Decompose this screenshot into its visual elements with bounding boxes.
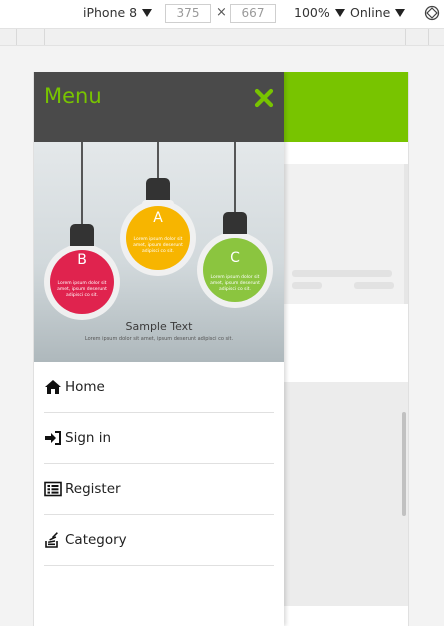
bulb-letter-b: B xyxy=(77,252,87,268)
chevron-down-icon xyxy=(142,8,153,17)
close-icon[interactable] xyxy=(254,88,274,108)
sample-caption: Lorem ipsum dolor sit amet, ipsum deseru… xyxy=(85,336,234,342)
menu-item-sign-in[interactable]: Sign in xyxy=(44,413,274,464)
drawer-header: Menu xyxy=(34,72,284,142)
media-query-ruler xyxy=(0,28,444,46)
rotate-icon[interactable] xyxy=(424,5,440,21)
chevron-down-icon xyxy=(334,8,345,17)
menu-item-category[interactable]: Category xyxy=(44,515,274,566)
menu-item-label: Register xyxy=(65,481,121,497)
register-icon xyxy=(44,481,62,497)
svg-text:amet, ipsum deserunt: amet, ipsum deserunt xyxy=(57,286,107,292)
width-input[interactable]: 375 xyxy=(165,4,211,23)
chevron-down-icon xyxy=(395,8,406,17)
height-input[interactable]: 667 xyxy=(230,4,276,23)
lightbulbs-illustration: B Lorem ipsum dolor sit amet, ipsum dese… xyxy=(44,142,273,342)
drawer-menu: Home Sign in Register Category xyxy=(34,362,284,566)
times-sign: × xyxy=(216,5,227,20)
svg-text:amet, ipsum deserunt: amet, ipsum deserunt xyxy=(133,242,183,248)
scrollbar[interactable] xyxy=(402,412,406,516)
svg-text:Lorem ipsum dolor sit: Lorem ipsum dolor sit xyxy=(211,274,260,280)
menu-item-register[interactable]: Register xyxy=(44,464,274,515)
bulb-letter-a: A xyxy=(153,210,163,226)
bulb-a: A Lorem ipsum dolor sit amet, ipsum dese… xyxy=(120,178,196,276)
menu-item-label: Sign in xyxy=(65,430,112,446)
device-select[interactable]: iPhone 8 xyxy=(83,5,153,20)
svg-text:Lorem ipsum dolor sit: Lorem ipsum dolor sit xyxy=(134,236,183,242)
devtools-toolbar: iPhone 8 375 × 667 100% Online xyxy=(0,0,444,28)
zoom-label: 100% xyxy=(294,5,330,20)
category-icon xyxy=(45,532,58,548)
sample-text: Sample Text xyxy=(126,320,194,333)
menu-item-label: Home xyxy=(65,379,105,395)
page-card xyxy=(284,164,408,304)
page-card xyxy=(404,164,408,304)
bulb-c: C Lorem ipsum dolor sit amet, ipsum dese… xyxy=(197,212,273,308)
svg-text:adipisci co sit.: adipisci co sit. xyxy=(142,248,174,254)
svg-text:adipisci co sit.: adipisci co sit. xyxy=(219,286,251,292)
page-section xyxy=(284,382,408,606)
menu-item-label: Category xyxy=(65,532,127,548)
svg-text:amet, ipsum deserunt: amet, ipsum deserunt xyxy=(210,280,260,286)
menu-item-home[interactable]: Home xyxy=(44,362,274,413)
network-label: Online xyxy=(350,5,391,20)
device-label: iPhone 8 xyxy=(83,5,138,20)
sign-in-icon xyxy=(45,431,61,445)
home-icon xyxy=(45,380,61,394)
zoom-select[interactable]: 100% xyxy=(294,5,345,20)
svg-text:adipisci co sit.: adipisci co sit. xyxy=(66,292,98,298)
bulb-b: B Lorem ipsum dolor sit amet, ipsum dese… xyxy=(44,224,120,320)
network-select[interactable]: Online xyxy=(350,5,406,20)
bulb-letter-c: C xyxy=(230,250,240,266)
device-viewport: Menu B Lorem ipsum dolor sit amet, ipsum… xyxy=(33,72,409,626)
svg-text:Lorem ipsum dolor sit: Lorem ipsum dolor sit xyxy=(58,280,107,286)
drawer-banner-image: B Lorem ipsum dolor sit amet, ipsum dese… xyxy=(34,142,284,362)
side-drawer: Menu B Lorem ipsum dolor sit amet, ipsum… xyxy=(34,72,284,626)
drawer-title: Menu xyxy=(44,84,102,108)
